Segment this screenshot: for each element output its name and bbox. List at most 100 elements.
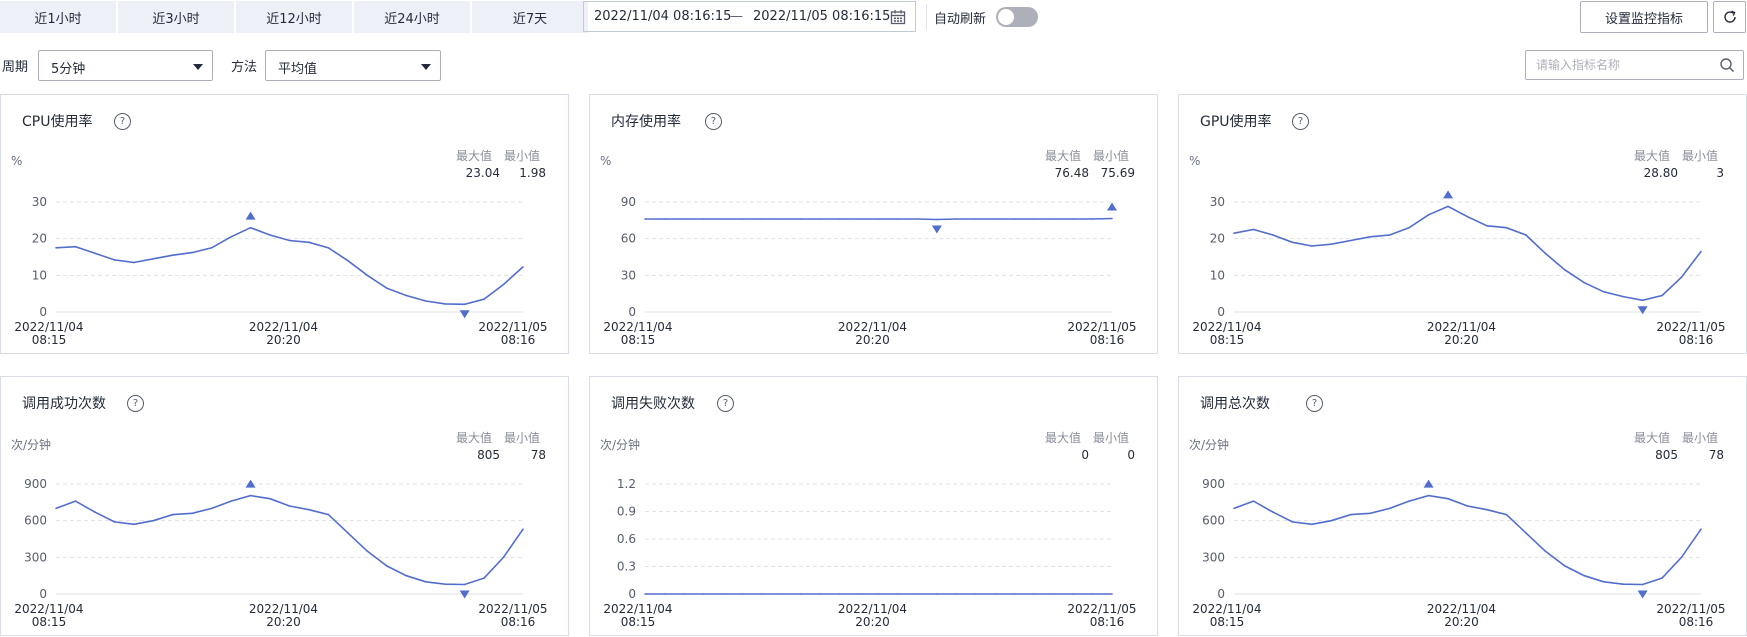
- date-range-end: 2022/11/05 08:16:15: [753, 9, 891, 24]
- data-point: [1388, 234, 1391, 236]
- data-point: [1564, 269, 1566, 271]
- data-point: [327, 247, 330, 249]
- data-point: [799, 593, 802, 595]
- data-point: [1641, 583, 1644, 586]
- y-tick-label: 10: [32, 268, 47, 282]
- data-point: [269, 497, 271, 500]
- max-marker-icon: [1107, 202, 1117, 211]
- date-range-separator: —: [730, 9, 743, 24]
- data-point: [1408, 500, 1410, 502]
- y-tick-label: 0: [628, 587, 636, 601]
- data-point: [1091, 593, 1094, 595]
- x-tick-date: 2022/11/04: [1427, 320, 1496, 334]
- method-select-value: 平均值: [278, 62, 318, 77]
- set-metrics-button[interactable]: 设置监控指标: [1580, 1, 1708, 33]
- data-point: [761, 593, 763, 595]
- method-select[interactable]: 平均值: [265, 50, 441, 81]
- data-point: [1311, 523, 1313, 526]
- data-point: [741, 593, 744, 595]
- data-point: [1272, 511, 1274, 513]
- period-select[interactable]: 5分钟: [38, 50, 213, 81]
- data-point: [1447, 205, 1449, 208]
- y-tick-label: 0.6: [617, 532, 636, 546]
- line-chart: 90060030002022/11/0408:152022/11/0420:20…: [1192, 477, 1725, 629]
- data-point: [858, 593, 860, 595]
- data-point: [444, 583, 447, 585]
- data-point: [1525, 234, 1527, 236]
- line-chart: 90603002022/11/0408:152022/11/0420:20202…: [603, 195, 1136, 347]
- y-tick-label: 1.2: [617, 477, 636, 491]
- auto-refresh-toggle[interactable]: [996, 7, 1038, 27]
- data-point: [1525, 532, 1527, 534]
- data-point: [1052, 593, 1055, 595]
- data-point: [1680, 276, 1683, 278]
- data-point: [1272, 234, 1274, 236]
- date-range-picker[interactable]: 2022/11/04 08:16:15 — 2022/11/05 08:16:1…: [583, 1, 916, 32]
- data-point: [1072, 218, 1074, 220]
- y-tick-label: 0: [1217, 587, 1225, 601]
- data-point: [405, 574, 408, 577]
- data-point: [1033, 593, 1035, 595]
- tab-last-12-hours[interactable]: 近12小时: [236, 1, 352, 33]
- tab-last-24-hours[interactable]: 近24小时: [354, 1, 470, 33]
- y-tick-label: 600: [24, 514, 47, 528]
- y-tick-label: 900: [24, 477, 47, 491]
- search-icon[interactable]: [1719, 57, 1735, 73]
- x-tick-time: 08:15: [621, 333, 656, 347]
- series-line: [1233, 494, 1702, 586]
- data-point: [1583, 281, 1586, 284]
- data-point: [249, 494, 252, 497]
- data-point: [702, 593, 705, 595]
- data-point: [288, 505, 291, 507]
- x-tick-time: 08:15: [32, 333, 67, 347]
- x-tick-time: 20:20: [855, 333, 890, 347]
- data-point: [366, 550, 369, 552]
- metric-search: [1525, 50, 1744, 80]
- line-chart: 90060030002022/11/0408:152022/11/0420:20…: [14, 477, 547, 629]
- data-point: [761, 218, 763, 220]
- tab-last-3-hours[interactable]: 近3小时: [118, 1, 234, 33]
- y-tick-label: 30: [32, 195, 47, 209]
- metric-card-memory-usage: 内存使用率?% 最大值 最小值 76.48 75.69 90 60 30 0 2022/11/04…: [589, 94, 1158, 354]
- data-point: [1033, 218, 1035, 220]
- data-point: [955, 218, 958, 220]
- data-point: [877, 218, 880, 220]
- data-point: [1602, 581, 1605, 583]
- data-point: [1369, 236, 1371, 238]
- data-point: [819, 218, 821, 220]
- x-tick-date: 2022/11/04: [14, 320, 83, 334]
- data-point: [819, 593, 821, 595]
- y-tick-label: 300: [24, 550, 47, 564]
- data-point: [152, 519, 155, 522]
- data-point: [1052, 218, 1055, 220]
- data-point: [1369, 512, 1371, 515]
- data-point: [1466, 505, 1469, 507]
- line-chart: 1.20.90.60.302022/11/0408:152022/11/0420…: [603, 477, 1136, 629]
- refresh-button[interactable]: [1713, 1, 1746, 33]
- data-point: [386, 565, 388, 567]
- data-point: [366, 274, 369, 277]
- tab-last-7-days[interactable]: 近7天: [472, 1, 588, 33]
- data-point: [838, 593, 841, 595]
- data-point: [702, 218, 705, 220]
- x-tick-date: 2022/11/05: [1067, 320, 1136, 334]
- y-tick-label: 0.9: [617, 505, 636, 519]
- y-tick-label: 0: [628, 305, 636, 319]
- data-point: [55, 507, 57, 510]
- data-point: [1013, 593, 1016, 595]
- metric-search-input[interactable]: [1536, 56, 1706, 74]
- series-line: [1233, 205, 1702, 302]
- data-point: [975, 593, 977, 595]
- line-chart: 30201002022/11/0408:152022/11/0420:20202…: [1192, 190, 1726, 347]
- x-tick-date: 2022/11/05: [478, 320, 547, 334]
- data-point: [1311, 245, 1313, 247]
- tab-last-1-hour[interactable]: 近1小时: [0, 1, 116, 33]
- data-point: [522, 266, 524, 268]
- data-point: [780, 593, 782, 595]
- data-point: [722, 218, 724, 220]
- data-point: [1544, 252, 1547, 255]
- x-tick-date: 2022/11/04: [838, 602, 907, 616]
- calendar-icon[interactable]: [890, 9, 906, 25]
- x-tick-date: 2022/11/04: [1192, 602, 1261, 616]
- metric-card-call-total-count: 调用总次数? 次/分钟 最大值 最小值 805 78 900 600 300 0 2022/11/0…: [1178, 376, 1747, 636]
